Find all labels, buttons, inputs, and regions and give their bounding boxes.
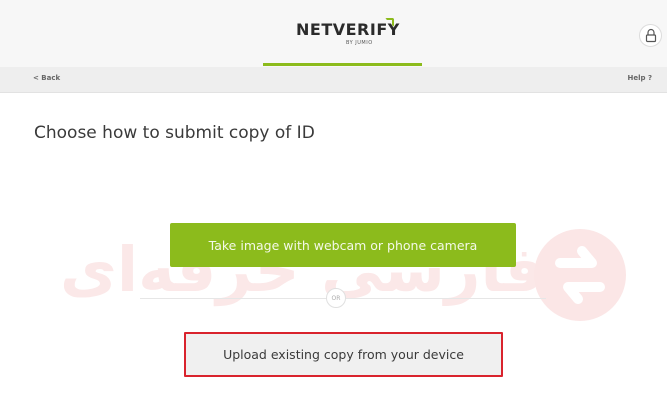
logo-badge-icon xyxy=(385,18,394,27)
app-header: NETVERIFY BY JUMIO xyxy=(0,0,667,67)
page-title: Choose how to submit copy of ID xyxy=(34,123,315,143)
watermark-logo-icon xyxy=(534,229,626,321)
or-divider: OR xyxy=(326,288,346,308)
lock-icon xyxy=(645,28,657,43)
help-link[interactable]: Help ? xyxy=(627,74,652,82)
page: NETVERIFY BY JUMIO < Back Help ? Choose … xyxy=(0,0,667,409)
lock-button[interactable] xyxy=(639,24,662,47)
progress-indicator xyxy=(263,63,422,66)
take-image-webcam-button[interactable]: Take image with webcam or phone camera xyxy=(170,223,516,267)
sub-navigation: < Back Help ? xyxy=(0,67,667,93)
upload-existing-copy-button[interactable]: Upload existing copy from your device xyxy=(184,332,503,377)
logo-subtext: BY JUMIO xyxy=(346,40,373,46)
back-link[interactable]: < Back xyxy=(33,74,60,82)
